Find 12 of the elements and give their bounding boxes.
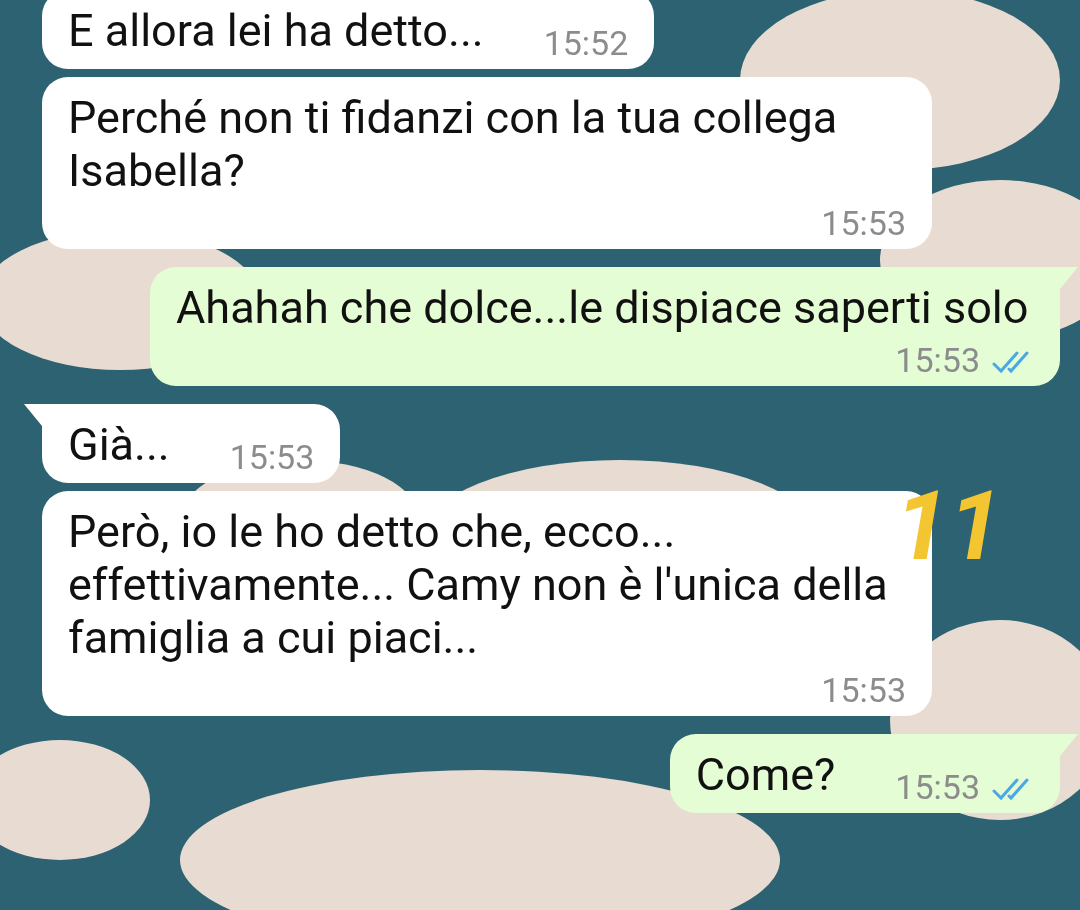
message-time: 15:52	[543, 23, 629, 63]
message-text: Ahahah che dolce...le dispiace saperti solo	[176, 281, 1029, 334]
message-text: E allora lei ha detto...	[68, 4, 484, 57]
message-time: 15:53	[821, 203, 906, 243]
message-time: 15:53	[229, 437, 315, 477]
message-time: 15:53	[895, 340, 980, 380]
message-text: Però, io le ho detto che, ecco... effettivamente... Camy non è l'unica della famiglia a cui piaci...	[68, 505, 889, 664]
message-text: Già...	[68, 418, 170, 471]
message-text: Perché non ti fidanzi con la tua collega Isabella?	[68, 91, 839, 197]
message-time: 15:53	[821, 670, 906, 710]
message-time: 15:53	[895, 767, 980, 807]
message-text: Come?	[695, 748, 836, 801]
